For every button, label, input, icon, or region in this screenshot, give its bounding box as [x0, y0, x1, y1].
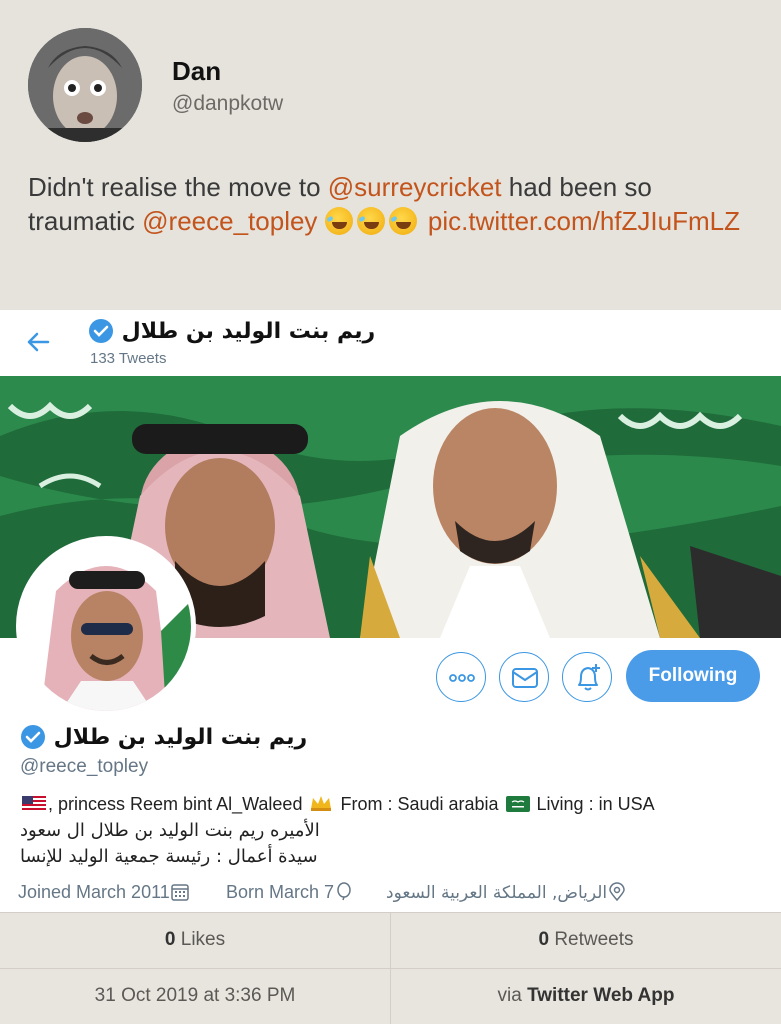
author-avatar[interactable] — [28, 28, 142, 142]
saudi-flag-icon — [505, 796, 530, 812]
rolling-laughing-emoji-icon — [356, 207, 385, 235]
tweet-stats: 0 Likes 0 Retweets 31 Oct 2019 at 3:36 P… — [0, 912, 781, 1024]
profile-title: ريم بنت الوليد بن طلال — [88, 318, 375, 344]
bio-text: , princess Reem bint Al_Waleed — [48, 794, 308, 814]
crown-icon — [311, 796, 332, 811]
rolling-laughing-emoji-icon — [388, 207, 417, 235]
profile-photo[interactable] — [16, 536, 196, 716]
us-flag-icon — [22, 796, 46, 812]
joined-date: Joined March 2011 — [18, 882, 190, 903]
mention-reece-topley[interactable]: @reece_topley — [142, 206, 317, 236]
retweets-count[interactable]: 0 Retweets — [391, 912, 781, 968]
calendar-icon — [171, 884, 189, 901]
tweet-timestamp: 31 Oct 2019 at 3:36 PM — [94, 985, 296, 1006]
joined-text: Joined March 2011 — [18, 882, 170, 902]
location: الرياض, المملكة العربية السعود — [386, 882, 627, 903]
via-app: Twitter Web App — [527, 985, 675, 1006]
bio-line: , princess Reem bint Al_Waleed From : Sa… — [20, 794, 655, 815]
verified-badge-icon — [21, 725, 45, 749]
profile-name: ريم بنت الوليد بن طلال — [20, 724, 307, 750]
balloon-icon — [337, 882, 351, 901]
location-pin-icon — [609, 882, 625, 902]
likes-count[interactable]: 0 Likes — [0, 912, 390, 968]
retweets-number: 0 — [538, 929, 550, 950]
bio-line-arabic: سيدة أعمال : رئيسة جمعية الوليد للإنسا — [20, 846, 318, 867]
author-name[interactable]: Dan — [172, 56, 221, 87]
likes-number: 0 — [164, 929, 176, 950]
bio-line-arabic: الأميره ريم بنت الوليد بن طلال ال سعود — [20, 820, 320, 841]
tweet-count: 133 Tweets — [90, 350, 167, 367]
tweet-header: Dan @danpkotw Didn't realise the move to… — [0, 0, 781, 300]
author-handle[interactable]: @danpkotw — [172, 92, 283, 116]
profile-topbar: ريم بنت الوليد بن طلال 133 Tweets — [0, 310, 781, 376]
mention-surreycricket[interactable]: @surreycricket — [328, 172, 502, 202]
tweet-text-part: Didn't realise the move to — [28, 172, 328, 202]
profile-name-text: ريم بنت الوليد بن طلال — [53, 725, 308, 750]
verified-badge-icon — [89, 319, 113, 343]
birth-date: Born March 7 — [226, 882, 354, 903]
born-text: Born March 7 — [226, 882, 335, 902]
location-text: الرياض, المملكة العربية السعود — [386, 883, 608, 903]
pic-link[interactable]: pic.twitter.com/hfZJIuFmLZ — [428, 206, 740, 236]
envelope-icon — [512, 668, 538, 688]
bio-text: Living : in USA — [531, 794, 655, 814]
likes-label: Likes — [175, 929, 226, 950]
back-arrow-icon[interactable] — [24, 328, 52, 356]
notifications-button[interactable] — [562, 652, 612, 702]
following-button[interactable]: Following — [626, 650, 760, 702]
bio-text: From : Saudi arabia — [335, 794, 504, 814]
embedded-profile-screenshot[interactable]: ريم بنت الوليد بن طلال 133 Tweets Follow… — [0, 310, 781, 912]
message-button[interactable] — [499, 652, 549, 702]
via-prefix: via — [497, 985, 528, 1006]
rolling-laughing-emoji-icon — [324, 207, 353, 235]
more-options-button[interactable] — [436, 652, 486, 702]
tweet-text: Didn't realise the move to @surreycricke… — [28, 170, 758, 238]
retweets-label: Retweets — [549, 929, 634, 950]
bell-plus-icon — [578, 664, 600, 691]
more-icon — [449, 674, 475, 682]
profile-title-text: ريم بنت الوليد بن طلال — [121, 319, 376, 344]
profile-handle: @reece_topley — [20, 756, 149, 777]
tweet-source: via Twitter Web App — [391, 968, 781, 1024]
